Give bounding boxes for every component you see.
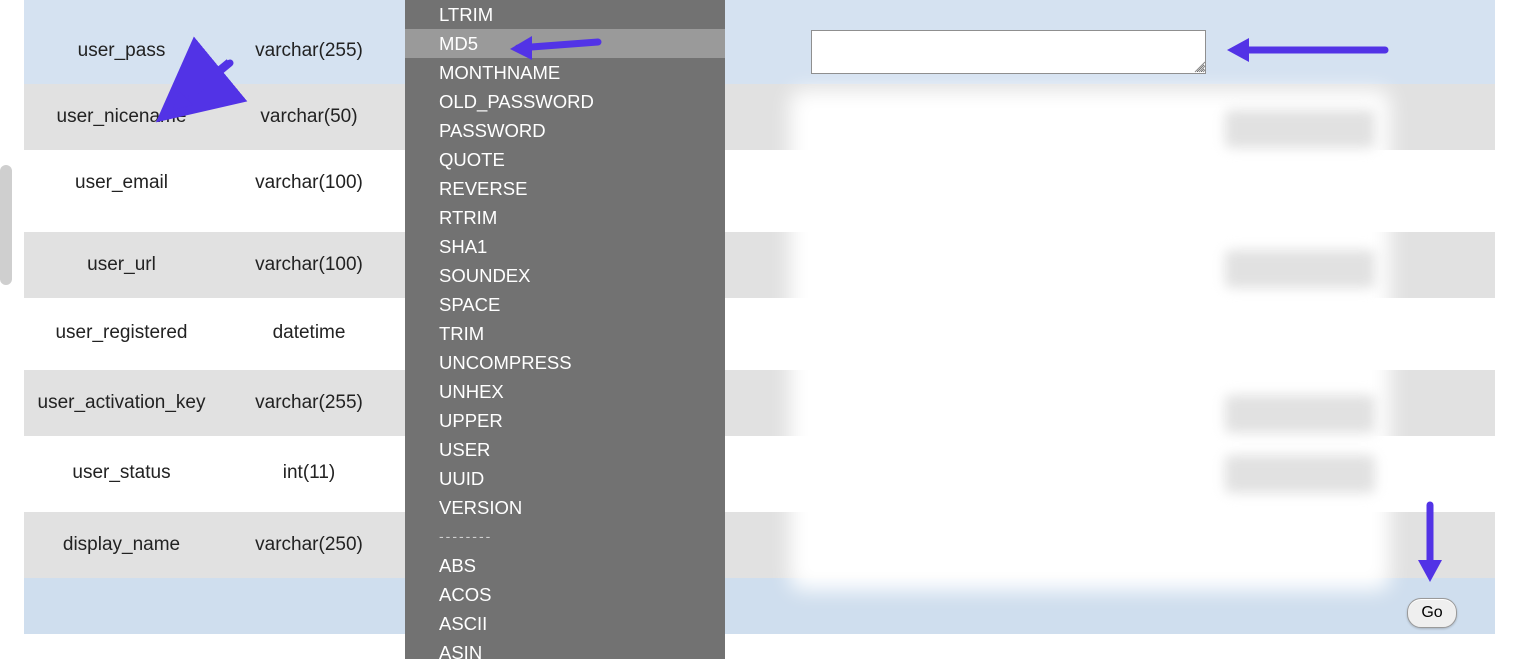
value-input-user-pass[interactable] (811, 30, 1206, 74)
dropdown-option-sha1[interactable]: SHA1 (405, 232, 725, 261)
dropdown-option-uncompress[interactable]: UNCOMPRESS (405, 348, 725, 377)
blurred-content (1225, 250, 1375, 288)
table-row-user-pass[interactable]: user_pass varchar(255) (24, 18, 1495, 84)
function-dropdown[interactable]: LTRIM MD5 MONTHNAME OLD_PASSWORD PASSWOR… (405, 0, 725, 659)
column-type-cell: datetime (219, 322, 399, 344)
column-type-cell: varchar(255) (219, 392, 399, 414)
dropdown-option-asin[interactable]: ASIN (405, 638, 725, 659)
dropdown-option-password[interactable]: PASSWORD (405, 116, 725, 145)
dropdown-option-monthname[interactable]: MONTHNAME (405, 58, 725, 87)
column-name-cell: user_status (24, 462, 219, 484)
table-row (24, 0, 1495, 18)
dropdown-option-ltrim[interactable]: LTRIM (405, 0, 725, 29)
column-type-cell: varchar(255) (219, 40, 399, 62)
column-name-cell: user_url (24, 254, 219, 276)
column-type-cell: varchar(100) (219, 254, 399, 276)
scrollbar-stub[interactable] (0, 165, 12, 285)
dropdown-option-quote[interactable]: QUOTE (405, 145, 725, 174)
blurred-content (1225, 395, 1375, 433)
dropdown-option-uuid[interactable]: UUID (405, 464, 725, 493)
dropdown-option-soundex[interactable]: SOUNDEX (405, 261, 725, 290)
column-name-cell: user_email (24, 172, 219, 194)
dropdown-option-reverse[interactable]: REVERSE (405, 174, 725, 203)
column-type-cell: varchar(250) (219, 534, 399, 556)
column-name-cell: user_nicename (24, 106, 219, 128)
dropdown-option-abs[interactable]: ABS (405, 551, 725, 580)
dropdown-option-rtrim[interactable]: RTRIM (405, 203, 725, 232)
dropdown-option-ascii[interactable]: ASCII (405, 609, 725, 638)
dropdown-option-unhex[interactable]: UNHEX (405, 377, 725, 406)
column-name-cell: user_registered (24, 322, 219, 344)
dropdown-option-acos[interactable]: ACOS (405, 580, 725, 609)
column-type-cell: int(11) (219, 462, 399, 484)
column-type-cell: varchar(50) (219, 106, 399, 128)
column-type-cell: varchar(100) (219, 172, 399, 194)
column-name-cell: user_pass (24, 40, 219, 62)
blurred-content (790, 90, 1390, 590)
dropdown-option-space[interactable]: SPACE (405, 290, 725, 319)
dropdown-option-version[interactable]: VERSION (405, 493, 725, 522)
dropdown-option-user[interactable]: USER (405, 435, 725, 464)
dropdown-option-old-password[interactable]: OLD_PASSWORD (405, 87, 725, 116)
dropdown-option-md5[interactable]: MD5 (405, 29, 725, 58)
dropdown-option-trim[interactable]: TRIM (405, 319, 725, 348)
column-name-cell: user_activation_key (24, 392, 219, 414)
dropdown-option-upper[interactable]: UPPER (405, 406, 725, 435)
go-button[interactable]: Go (1407, 598, 1457, 628)
column-name-cell: display_name (24, 534, 219, 556)
blurred-content (1225, 455, 1375, 493)
blurred-content (1225, 110, 1375, 148)
dropdown-separator: -------- (405, 522, 725, 551)
